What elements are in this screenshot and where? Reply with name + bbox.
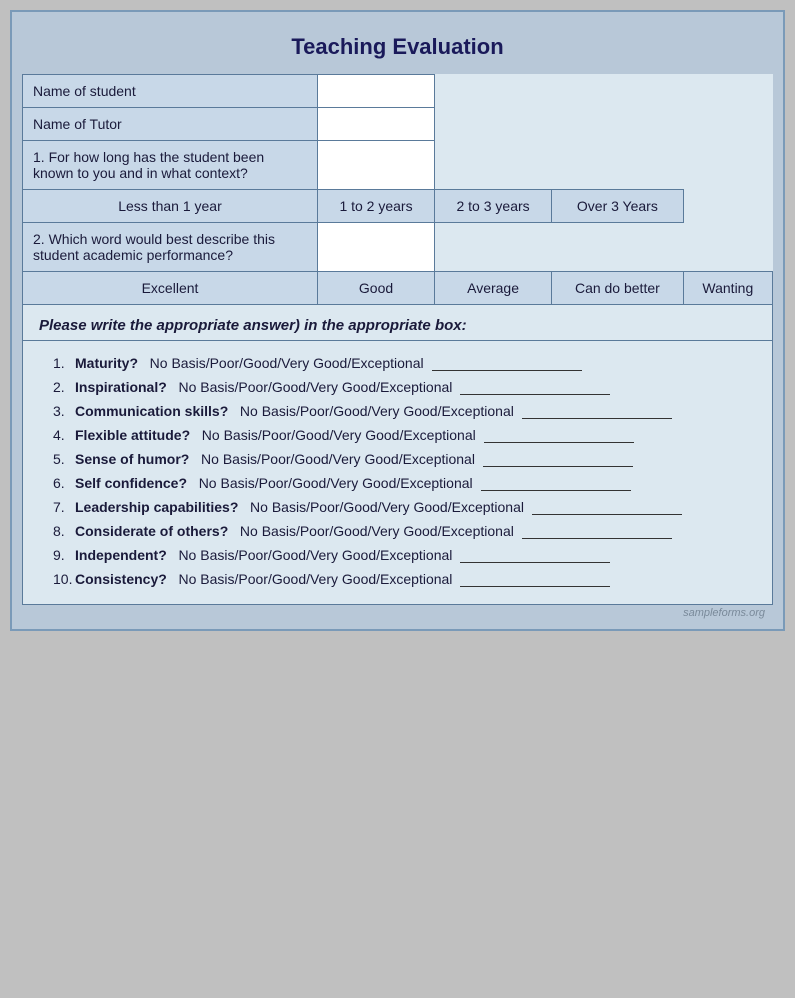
form-title: Teaching Evaluation: [22, 22, 773, 74]
item-text: Maturity? No Basis/Poor/Good/Very Good/E…: [75, 354, 756, 371]
list-item: 5.Sense of humor? No Basis/Poor/Good/Ver…: [53, 450, 756, 467]
q1-opt2[interactable]: 1 to 2 years: [318, 190, 435, 223]
student-label: Name of student: [23, 75, 318, 108]
item-number: 10.: [53, 571, 75, 587]
q2-opt4[interactable]: Can do better: [552, 272, 684, 305]
item-text: Leadership capabilities? No Basis/Poor/G…: [75, 498, 756, 515]
item-number: 3.: [53, 403, 75, 419]
item-text: Inspirational? No Basis/Poor/Good/Very G…: [75, 378, 756, 395]
instructions-text: Please write the appropriate answer) in …: [22, 305, 773, 341]
item-text: Self confidence? No Basis/Poor/Good/Very…: [75, 474, 756, 491]
question2-row: 2. Which word would best describe this s…: [23, 223, 773, 272]
item-number: 7.: [53, 499, 75, 515]
item-text: Considerate of others? No Basis/Poor/Goo…: [75, 522, 756, 539]
item-answer-line[interactable]: [432, 354, 582, 371]
list-item: 10.Consistency? No Basis/Poor/Good/Very …: [53, 570, 756, 587]
item-text: Communication skills? No Basis/Poor/Good…: [75, 402, 756, 419]
student-value[interactable]: [318, 75, 435, 108]
q2-opt2[interactable]: Good: [318, 272, 435, 305]
item-text: Independent? No Basis/Poor/Good/Very Goo…: [75, 546, 756, 563]
list-item: 3.Communication skills? No Basis/Poor/Go…: [53, 402, 756, 419]
tutor-row: Name of Tutor: [23, 108, 773, 141]
question1-answer[interactable]: [318, 141, 435, 190]
item-answer-line[interactable]: [484, 426, 634, 443]
question1-text: 1. For how long has the student been kno…: [23, 141, 318, 190]
list-item: 8.Considerate of others? No Basis/Poor/G…: [53, 522, 756, 539]
item-answer-line[interactable]: [483, 450, 633, 467]
item-text: Consistency? No Basis/Poor/Good/Very Goo…: [75, 570, 756, 587]
student-row: Name of student: [23, 75, 773, 108]
list-item: 9.Independent? No Basis/Poor/Good/Very G…: [53, 546, 756, 563]
item-number: 2.: [53, 379, 75, 395]
item-answer-line[interactable]: [532, 498, 682, 515]
question1-options-row: Less than 1 year 1 to 2 years 2 to 3 yea…: [23, 190, 773, 223]
list-item: 2.Inspirational? No Basis/Poor/Good/Very…: [53, 378, 756, 395]
question2-options-row: Excellent Good Average Can do better Wan…: [23, 272, 773, 305]
watermark: sampleforms.org: [22, 605, 773, 619]
q1-opt4[interactable]: Over 3 Years: [552, 190, 684, 223]
q2-opt3[interactable]: Average: [435, 272, 552, 305]
list-item: 4.Flexible attitude? No Basis/Poor/Good/…: [53, 426, 756, 443]
item-number: 9.: [53, 547, 75, 563]
q1-opt3[interactable]: 2 to 3 years: [435, 190, 552, 223]
item-answer-line[interactable]: [522, 522, 672, 539]
list-item: 7.Leadership capabilities? No Basis/Poor…: [53, 498, 756, 515]
item-answer-line[interactable]: [460, 546, 610, 563]
item-text: Flexible attitude? No Basis/Poor/Good/Ve…: [75, 426, 756, 443]
item-answer-line[interactable]: [460, 570, 610, 587]
q2-opt5[interactable]: Wanting: [683, 272, 772, 305]
main-table: Name of student Name of Tutor 1. For how…: [22, 74, 773, 305]
tutor-value[interactable]: [318, 108, 435, 141]
item-answer-line[interactable]: [481, 474, 631, 491]
item-answer-line[interactable]: [460, 378, 610, 395]
list-item: 6.Self confidence? No Basis/Poor/Good/Ve…: [53, 474, 756, 491]
items-section: 1.Maturity? No Basis/Poor/Good/Very Good…: [22, 341, 773, 605]
item-number: 1.: [53, 355, 75, 371]
form-container: Teaching Evaluation Name of student Name…: [10, 10, 785, 631]
question2-answer[interactable]: [318, 223, 435, 272]
item-number: 6.: [53, 475, 75, 491]
item-number: 4.: [53, 427, 75, 443]
question2-text: 2. Which word would best describe this s…: [23, 223, 318, 272]
q2-opt1[interactable]: Excellent: [23, 272, 318, 305]
question1-row: 1. For how long has the student been kno…: [23, 141, 773, 190]
item-number: 8.: [53, 523, 75, 539]
item-answer-line[interactable]: [522, 402, 672, 419]
list-item: 1.Maturity? No Basis/Poor/Good/Very Good…: [53, 354, 756, 371]
tutor-label: Name of Tutor: [23, 108, 318, 141]
item-text: Sense of humor? No Basis/Poor/Good/Very …: [75, 450, 756, 467]
item-number: 5.: [53, 451, 75, 467]
q1-opt1[interactable]: Less than 1 year: [23, 190, 318, 223]
